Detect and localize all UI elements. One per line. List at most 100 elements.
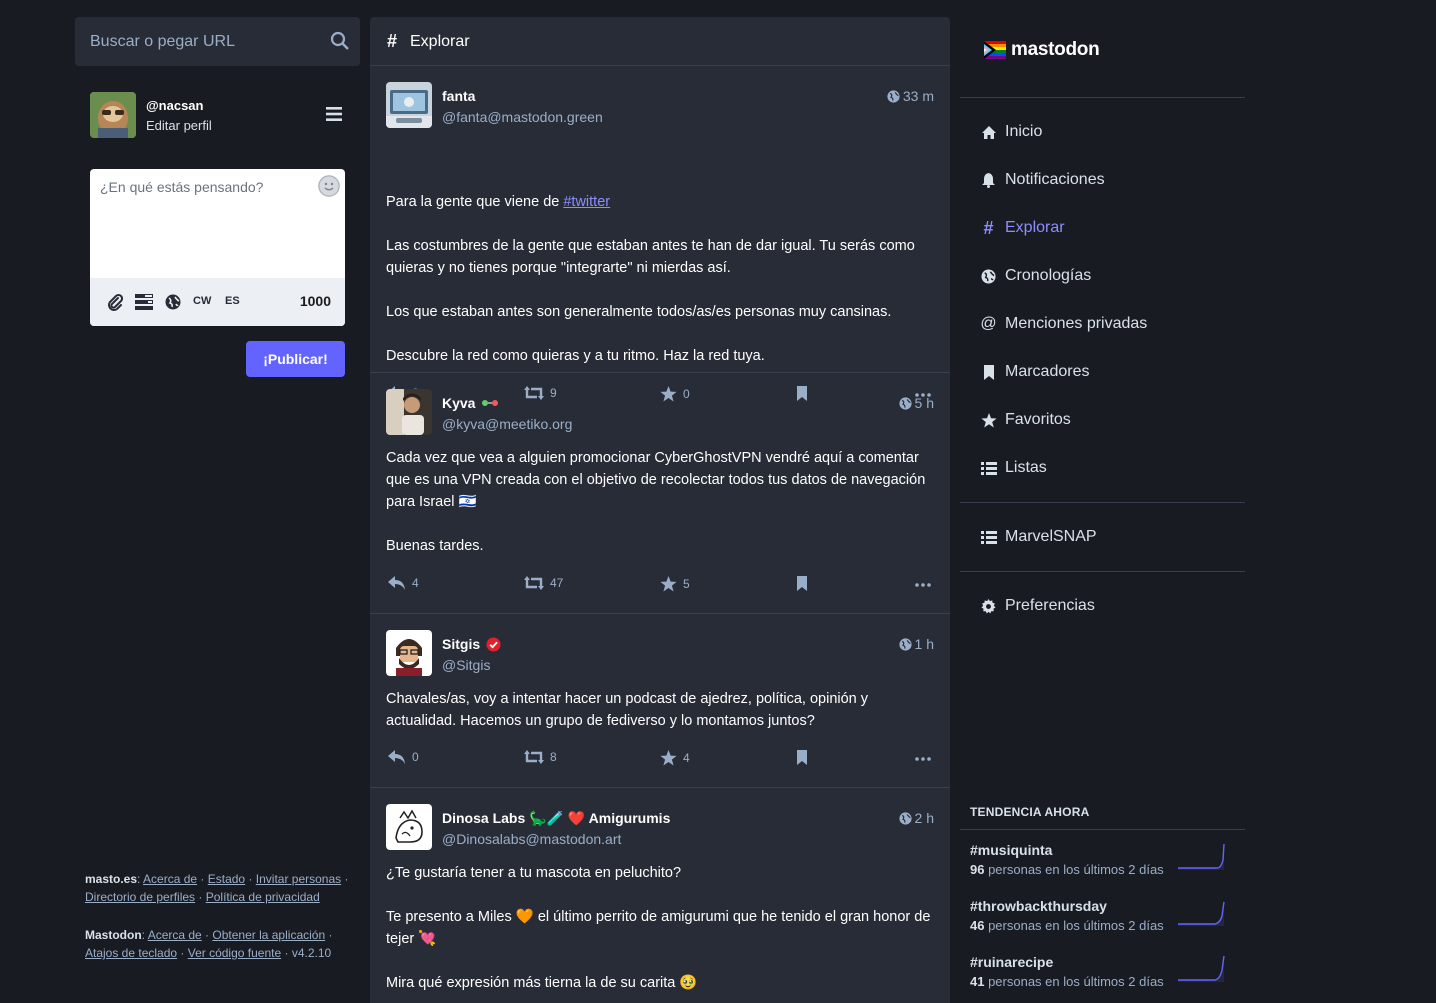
footer: masto.es: Acerca de · Estado · Invitar p… [85,872,349,960]
footer-link-privacy[interactable]: Política de privacidad [206,890,320,904]
status-timestamp[interactable]: 33 m [887,88,934,104]
boost-count: 47 [550,576,564,590]
boost-count: 8 [550,750,557,764]
status-display-name[interactable]: Dinosa Labs 🦕🧪 ❤️ Amigurumis [442,810,670,827]
favourite-button[interactable]: 5 [660,576,690,592]
language-button[interactable]: ES [225,295,240,307]
paperclip-icon[interactable] [107,293,123,311]
mastodon-logo[interactable]: mastodon [982,37,1100,63]
navigation-panel: mastodon Inicio Notificaciones # Explora… [960,17,1245,1003]
avatar[interactable] [90,92,136,138]
list-icon [980,460,997,477]
status-timestamp[interactable]: 5 h [898,395,934,411]
trend-usage: 96 personas en los últimos 2 días [970,862,1164,877]
nav-item-cronologias[interactable]: Cronologías [980,264,1091,288]
trend-hashtag[interactable]: #ruinarecipe [970,954,1053,970]
nav-item-preferencias[interactable]: Preferencias [980,594,1095,618]
reply-count: 0 [412,750,419,764]
trend-sparkline [1178,901,1225,926]
profile-handle[interactable]: @nacsan [146,98,203,113]
footer-link-about[interactable]: Acerca de [143,872,197,886]
nav-item-notificaciones[interactable]: Notificaciones [980,168,1105,192]
boost-button[interactable]: 47 [524,576,563,590]
trend-usage: 46 personas en los últimos 2 días [970,918,1164,933]
status-account[interactable]: @fanta@mastodon.green [442,109,603,125]
trend-item[interactable]: #ruinarecipe 41 personas en los últimos … [970,954,1235,1003]
edit-profile-link[interactable]: Editar perfil [146,118,212,133]
hashtag-icon: # [983,217,994,238]
status-avatar[interactable] [386,389,432,435]
status-timestamp[interactable]: 1 h [898,636,934,652]
status-account[interactable]: @Dinosalabs@mastodon.art [442,831,621,847]
footer-link-directory[interactable]: Directorio de perfiles [85,890,195,904]
status-content: Chavales/as, voy a intentar hacer un pod… [386,691,869,729]
favourite-button[interactable]: 4 [660,750,690,766]
trend-item[interactable]: #throwbackthursday 46 personas en los úl… [970,898,1235,948]
divider [960,97,1245,98]
status-timestamp[interactable]: 2 h [898,810,934,826]
nav-item-explorar[interactable]: # Explorar [980,216,1064,240]
reply-icon [388,576,406,590]
footer-link-source[interactable]: Ver código fuente [188,946,281,960]
status-card[interactable]: Kyva @kyva@meetiko.org 5 h Cada vez que … [370,373,950,614]
emoji-icon[interactable] [318,175,340,197]
divider [960,829,1245,830]
bookmark-icon [797,750,807,765]
footer-link-get-app[interactable]: Obtener la aplicación [212,928,325,942]
cw-button[interactable]: CW [193,295,211,307]
nav-item-listas[interactable]: Listas [980,456,1047,480]
nav-item-inicio[interactable]: Inicio [980,120,1042,144]
more-options-button[interactable] [915,583,931,587]
status-avatar[interactable] [386,804,432,850]
bookmark-button[interactable] [796,750,808,765]
status-display-name[interactable]: fanta [442,88,475,104]
compose-textarea[interactable] [90,169,345,277]
footer-link-app-about[interactable]: Acerca de [148,928,202,942]
nav-item-marcadores[interactable]: Marcadores [980,360,1089,384]
custom-emoji-icon [482,400,499,406]
hashtag-icon: # [387,31,398,51]
favourite-icon [660,750,677,766]
column-header[interactable]: # Explorar [370,17,950,66]
bookmark-button[interactable] [796,576,808,591]
search-input[interactable] [75,17,360,66]
menu-icon[interactable] [326,107,342,121]
poll-icon[interactable] [135,294,153,310]
publish-button[interactable]: ¡Publicar! [246,341,345,377]
trend-usage: 41 personas en los últimos 2 días [970,974,1164,989]
globe-icon [887,89,900,103]
explore-column: # Explorar fanta @fanta@mastodon.green 3… [370,17,950,1003]
status-actions: 0 8 4 [386,750,934,770]
status-account[interactable]: @Sitgis [442,657,490,673]
footer-link-invite[interactable]: Invitar personas [256,872,341,886]
search-icon[interactable] [330,31,350,51]
status-card[interactable]: Dinosa Labs 🦕🧪 ❤️ Amigurumis @Dinosalabs… [370,788,950,1003]
footer-link-shortcuts[interactable]: Atajos de teclado [85,946,177,960]
status-account[interactable]: @kyva@meetiko.org [442,416,572,432]
trend-sparkline [1178,843,1225,870]
globe-icon [898,811,912,825]
trend-hashtag[interactable]: #throwbackthursday [970,898,1107,914]
compose-toolbar: CW ES 1000 [90,278,345,326]
more-options-button[interactable] [915,757,931,761]
hashtag-link[interactable]: #twitter [563,194,610,210]
favourite-count: 4 [683,751,690,765]
status-card[interactable]: fanta @fanta@mastodon.green 33 m Para la… [370,66,950,402]
nav-item-favoritos[interactable]: Favoritos [980,408,1071,432]
reply-button[interactable]: 4 [388,576,419,590]
globe-icon[interactable] [165,294,181,310]
status-display-name[interactable]: Kyva [442,395,499,411]
reply-icon [388,750,406,764]
footer-link-status[interactable]: Estado [208,872,245,886]
trend-hashtag[interactable]: #musiquinta [970,842,1052,858]
status-card[interactable]: Sitgis @Sitgis 1 h Chavales/as, voy a in… [370,614,950,788]
status-avatar[interactable] [386,82,432,128]
reply-button[interactable]: 0 [388,750,419,764]
boost-button[interactable]: 8 [524,750,557,764]
trend-item[interactable]: #musiquinta 96 personas en los últimos 2… [970,842,1235,892]
status-display-name[interactable]: Sitgis [442,636,501,652]
ellipsis-icon [915,583,931,587]
nav-item-menciones-privadas[interactable]: @ Menciones privadas [980,312,1147,336]
status-avatar[interactable] [386,630,432,676]
nav-item-marvelsnap[interactable]: MarvelSNAP [980,525,1097,549]
